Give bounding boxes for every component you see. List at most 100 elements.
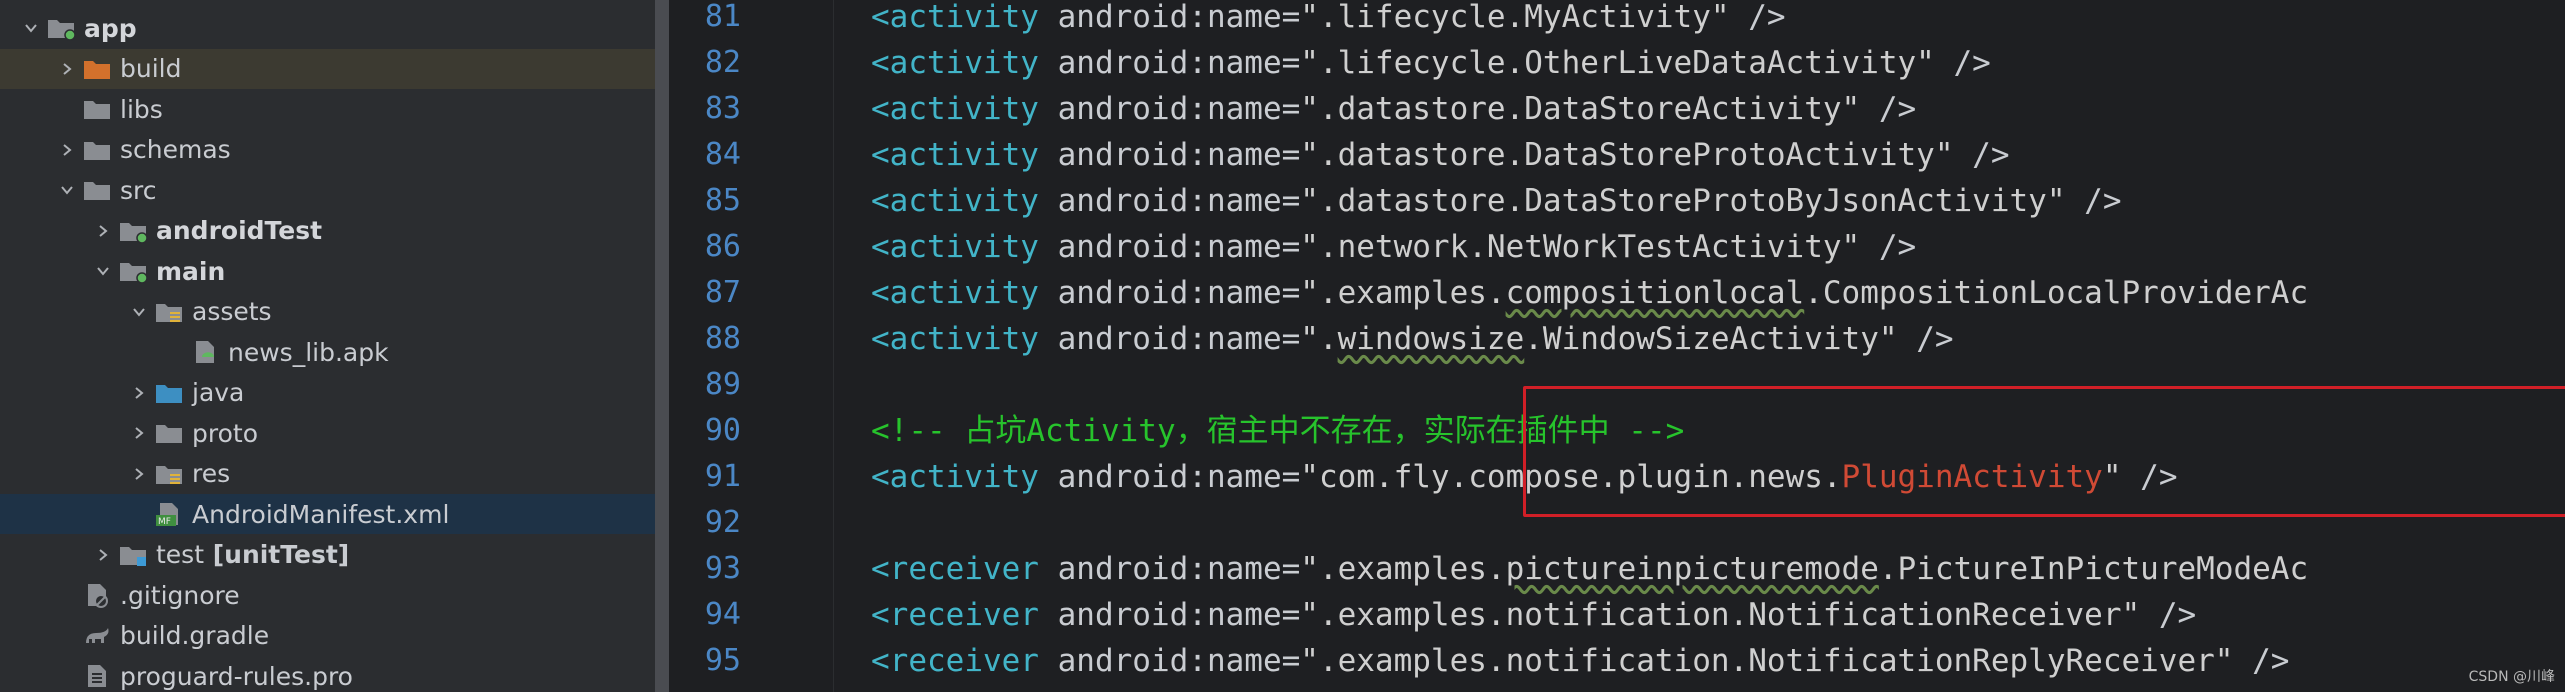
code-token-str: ".lifecycle.MyActivity" xyxy=(1300,0,1730,35)
code-editor[interactable]: 81 82 83 84 85 86 87 88 89 90 91 92 93 94 95 <activity… xyxy=(669,0,2565,692)
tree-item-schemas[interactable]: schemas xyxy=(0,130,655,170)
manifest-file-icon: MF xyxy=(154,501,184,527)
chevron-right-icon[interactable] xyxy=(94,222,112,240)
tree-item-java[interactable]: java xyxy=(0,373,655,413)
tree-item-label: news_lib.apk xyxy=(228,337,389,367)
code-token-str: ".examples.notification.NotificationRepl… xyxy=(1300,643,2234,679)
folder-icon xyxy=(82,96,112,122)
tree-scrollbar-thumb[interactable] xyxy=(655,0,669,692)
code-line[interactable]: <activity android:name=".datastore.DataS… xyxy=(871,132,2010,178)
tree-item-label: proto xyxy=(192,418,258,448)
code-line[interactable]: <activity android:name=".network.NetWork… xyxy=(871,224,1916,270)
code-token-attr: android:name= xyxy=(1038,551,1301,587)
line-number: 82 xyxy=(704,45,741,80)
code-line[interactable]: <activity android:name=".examples.compos… xyxy=(871,270,2308,316)
chevron-right-icon[interactable] xyxy=(130,384,148,402)
code-line[interactable]: <activity android:name=".datastore.DataS… xyxy=(871,178,2122,224)
tree-item-test[interactable]: test [unitTest] xyxy=(0,535,655,575)
code-token-under: compositionlocal xyxy=(1505,275,1805,311)
code-token-tag: <activity xyxy=(871,183,1039,219)
tree-item-label: app xyxy=(84,13,137,43)
code-line[interactable]: <activity android:name=".windowsize.Wind… xyxy=(871,316,1954,362)
chevron-right-icon[interactable] xyxy=(130,424,148,442)
tree-item-label: libs xyxy=(120,94,163,124)
code-line[interactable]: <receiver android:name=".examples.notifi… xyxy=(871,592,2196,638)
tree-item-proto[interactable]: proto xyxy=(0,413,655,453)
tree-item-res[interactable]: res xyxy=(0,454,655,494)
java-source-folder-icon xyxy=(154,380,184,406)
code-token-str: ".lifecycle.OtherLiveDataActivity" xyxy=(1300,45,1935,81)
line-number: 89 xyxy=(704,367,741,402)
code-token-attr: android:name= xyxy=(1038,643,1301,679)
code-token-tag: <activity xyxy=(871,321,1039,357)
code-token-str: ".datastore.DataStoreProtoActivity" xyxy=(1300,137,1954,173)
tree-item-proguard-rules-pro[interactable]: proguard-rules.pro xyxy=(0,656,655,692)
chevron-right-icon[interactable] xyxy=(94,546,112,564)
tree-item-build-gradle[interactable]: build.gradle xyxy=(0,616,655,656)
code-token-str: ".examples. xyxy=(1300,551,1506,587)
tree-item-label: test [unitTest] xyxy=(156,540,350,569)
line-number: 91 xyxy=(704,459,741,494)
tree-item-build[interactable]: build xyxy=(0,48,655,89)
code-line[interactable]: <activity android:name=".datastore.DataS… xyxy=(871,86,1916,132)
line-number: 83 xyxy=(704,91,741,126)
code-token-attr: /> xyxy=(1860,229,1917,265)
line-number: 81 xyxy=(704,0,741,34)
tree-item-label: androidTest xyxy=(156,216,323,245)
code-token-str: ".datastore.DataStoreProtoByJsonActivity… xyxy=(1300,183,2066,219)
test-folder-icon xyxy=(118,542,148,568)
line-number: 90 xyxy=(704,413,741,448)
code-token-str: ". xyxy=(1300,321,1338,357)
code-line[interactable]: <activity android:name=".lifecycle.Other… xyxy=(871,40,1991,86)
code-line[interactable]: <activity android:name=".lifecycle.MyAct… xyxy=(871,0,1786,40)
resource-folder-icon xyxy=(154,299,184,325)
code-token-attr: /> xyxy=(2233,643,2290,679)
chevron-down-icon[interactable] xyxy=(94,262,112,280)
tree-item-app[interactable]: app xyxy=(0,8,655,48)
code-token-tag: <activity xyxy=(871,0,1039,35)
code-line[interactable]: <receiver android:name=".examples.pictur… xyxy=(871,546,2308,592)
code-token-tag: <activity xyxy=(871,459,1039,495)
tree-item-androidmanifest-xml[interactable]: MF AndroidManifest.xml xyxy=(0,494,655,534)
tree-item-news-lib-apk[interactable]: news_lib.apk xyxy=(0,332,655,372)
code-line[interactable]: <receiver android:name=".examples.notifi… xyxy=(871,638,2289,684)
tree-item-assets[interactable]: assets xyxy=(0,292,655,332)
svg-text:MF: MF xyxy=(158,517,171,527)
code-token-attr: android:name= xyxy=(1038,597,1301,633)
tree-item-label: .gitignore xyxy=(120,580,240,610)
tree-item-tag: [unitTest] xyxy=(204,540,350,569)
chevron-right-icon[interactable] xyxy=(130,465,148,483)
tree-item-src[interactable]: src xyxy=(0,170,655,210)
line-number: 85 xyxy=(704,183,741,218)
line-number: 84 xyxy=(704,137,741,172)
chevron-down-icon[interactable] xyxy=(58,181,76,199)
line-number: 92 xyxy=(704,505,741,540)
test-source-folder-icon xyxy=(118,218,148,244)
code-token-str: .WindowSizeActivity" xyxy=(1524,321,1898,357)
line-number: 94 xyxy=(704,597,741,632)
line-number: 95 xyxy=(704,643,741,678)
tree-item-main[interactable]: main xyxy=(0,251,655,291)
code-token-tag: <receiver xyxy=(871,551,1039,587)
tree-item-libs[interactable]: libs xyxy=(0,89,655,129)
chevron-right-icon[interactable] xyxy=(58,141,76,159)
code-token-attr: android:name= xyxy=(1038,275,1301,311)
code-token-tag: <activity xyxy=(871,229,1039,265)
tree-item-gitignore[interactable]: .gitignore xyxy=(0,575,655,615)
chevron-right-icon[interactable] xyxy=(58,60,76,78)
source-root-folder-icon xyxy=(118,258,148,284)
build-folder-icon xyxy=(82,56,112,82)
chevron-down-icon[interactable] xyxy=(130,303,148,321)
gitignore-file-icon xyxy=(82,582,112,608)
code-token-attr: android:name= xyxy=(1038,229,1301,265)
tree-item-androidtest[interactable]: androidTest xyxy=(0,211,655,251)
tree-item-label: schemas xyxy=(120,135,231,164)
chevron-down-icon[interactable] xyxy=(22,19,40,37)
code-token-under: windowsize xyxy=(1337,321,1525,357)
code-token-attr: /> xyxy=(1934,45,1991,81)
